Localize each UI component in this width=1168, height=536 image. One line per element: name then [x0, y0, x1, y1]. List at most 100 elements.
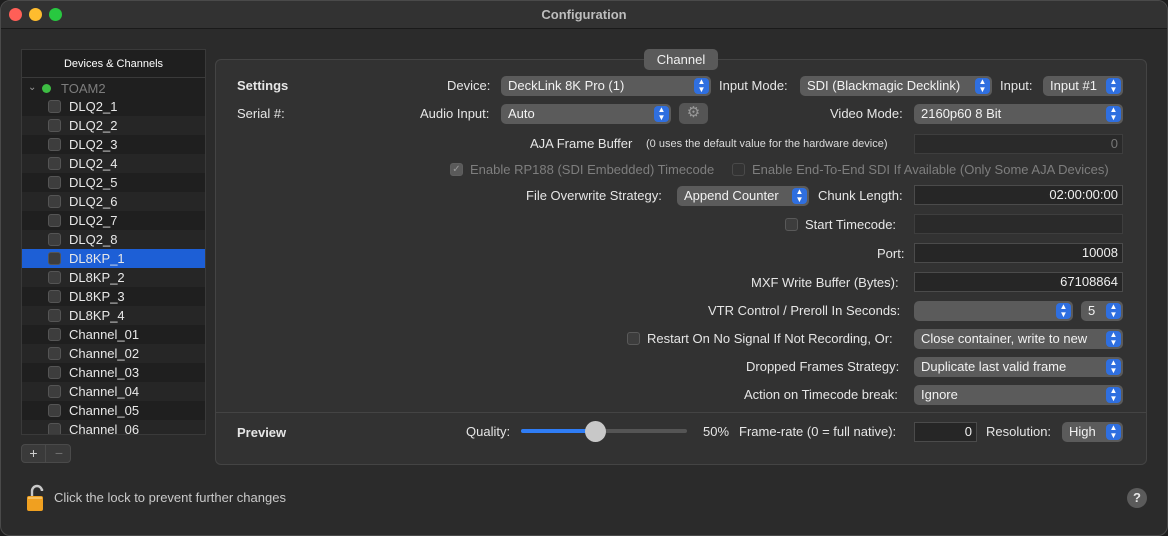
- tree-root-label: TOAM2: [61, 81, 106, 96]
- channel-checkbox[interactable]: [48, 328, 61, 341]
- channel-checkbox[interactable]: [48, 404, 61, 417]
- sidebar-item-dl8kp_3[interactable]: DL8KP_3: [22, 287, 205, 306]
- sidebar-item-label: DLQ2_5: [69, 175, 118, 190]
- resolution-label: Resolution:: [986, 424, 1052, 439]
- sidebar-item-dlq2_4[interactable]: DLQ2_4: [22, 154, 205, 173]
- unlocked-padlock-icon[interactable]: [26, 483, 48, 513]
- sidebar-item-channel_04[interactable]: Channel_04: [22, 382, 205, 401]
- video-mode-popup[interactable]: 2160p60 8 Bit ▲ ▼: [914, 104, 1123, 124]
- sidebar-item-label: DLQ2_1: [69, 99, 118, 114]
- channel-checkbox[interactable]: [48, 157, 61, 170]
- sidebar-item-label: Channel_06: [69, 422, 140, 435]
- audio-settings-gear-icon[interactable]: ⚙: [679, 103, 708, 124]
- overwrite-strategy-label: File Overwrite Strategy:: [526, 188, 662, 203]
- resolution-popup[interactable]: High ▲ ▼: [1062, 422, 1123, 442]
- channel-checkbox[interactable]: [48, 385, 61, 398]
- aja-frame-buffer-hint: (0 uses the default value for the hardwa…: [646, 138, 888, 150]
- frame-rate-label: Frame-rate (0 = full native):: [739, 424, 897, 439]
- channel-checkbox[interactable]: [48, 347, 61, 360]
- popup-arrows-icon: ▲ ▼: [1106, 78, 1121, 94]
- sidebar-item-dlq2_2[interactable]: DLQ2_2: [22, 116, 205, 135]
- sidebar-item-label: Channel_01: [69, 327, 140, 342]
- sidebar-item-dlq2_3[interactable]: DLQ2_3: [22, 135, 205, 154]
- popup-arrows-icon: ▲ ▼: [792, 188, 807, 204]
- sidebar-item-label: DL8KP_3: [69, 289, 125, 304]
- devices-channels-sidebar: Devices & Channels ⌄ TOAM2 DLQ2_1 DLQ2_2 D…: [21, 49, 206, 435]
- input-popup[interactable]: Input #1 ▲ ▼: [1043, 76, 1123, 96]
- device-popup[interactable]: DeckLink 8K Pro (1) ▲ ▼: [501, 76, 711, 96]
- sidebar-item-dlq2_6[interactable]: DLQ2_6: [22, 192, 205, 211]
- overwrite-strategy-value: Append Counter: [684, 188, 779, 203]
- preroll-seconds-popup[interactable]: 5 ▲ ▼: [1081, 301, 1123, 321]
- help-button[interactable]: ?: [1127, 488, 1147, 508]
- sidebar-item-channel_05[interactable]: Channel_05: [22, 401, 205, 420]
- channel-checkbox[interactable]: [48, 176, 61, 189]
- channel-checkbox[interactable]: [48, 252, 61, 265]
- start-timecode-checkbox[interactable]: [785, 218, 798, 231]
- rp188-label: Enable RP188 (SDI Embedded) Timecode: [470, 162, 715, 177]
- vtr-control-popup[interactable]: ▲ ▼: [914, 301, 1073, 321]
- channel-list: DLQ2_1 DLQ2_2 DLQ2_3 DLQ2_4 DLQ2_5 DLQ2_6 DLQ2…: [22, 97, 205, 435]
- channel-checkbox[interactable]: [48, 195, 61, 208]
- restart-on-no-signal-checkbox[interactable]: [627, 332, 640, 345]
- sidebar-item-dl8kp_2[interactable]: DL8KP_2: [22, 268, 205, 287]
- vtr-control-label: VTR Control / Preroll In Seconds:: [708, 303, 901, 318]
- channel-checkbox[interactable]: [48, 290, 61, 303]
- start-timecode-field[interactable]: [914, 214, 1123, 234]
- sidebar-item-channel_03[interactable]: Channel_03: [22, 363, 205, 382]
- serial-label: Serial #:: [237, 106, 285, 121]
- chevron-down-icon[interactable]: ⌄: [28, 82, 36, 93]
- channel-checkbox[interactable]: [48, 138, 61, 151]
- channel-checkbox[interactable]: [48, 233, 61, 246]
- channel-checkbox[interactable]: [48, 423, 61, 434]
- audio-input-value: Auto: [508, 106, 535, 121]
- rp188-checkbox[interactable]: ✓: [450, 163, 463, 176]
- device-value: DeckLink 8K Pro (1): [508, 78, 625, 93]
- quality-slider-knob[interactable]: [585, 421, 606, 442]
- channel-checkbox[interactable]: [48, 119, 61, 132]
- chunk-length-field[interactable]: 02:00:00:00: [914, 185, 1123, 205]
- popup-arrows-icon: ▲ ▼: [1106, 331, 1121, 347]
- tree-root-toam2[interactable]: ⌄ TOAM2: [22, 80, 205, 97]
- popup-arrows-icon: ▲ ▼: [654, 106, 669, 122]
- port-field[interactable]: 10008: [914, 243, 1123, 263]
- sidebar-item-dl8kp_1[interactable]: DL8KP_1: [22, 249, 205, 268]
- sidebar-item-channel_01[interactable]: Channel_01: [22, 325, 205, 344]
- restart-action-popup[interactable]: Close container, write to new ▲ ▼: [914, 329, 1123, 349]
- add-channel-button[interactable]: +: [22, 445, 46, 462]
- sidebar-item-label: Channel_04: [69, 384, 140, 399]
- overwrite-strategy-popup[interactable]: Append Counter ▲ ▼: [677, 186, 809, 206]
- sidebar-item-dl8kp_4[interactable]: DL8KP_4: [22, 306, 205, 325]
- frame-rate-field[interactable]: 0: [914, 422, 977, 442]
- channel-checkbox[interactable]: [48, 309, 61, 322]
- sidebar-item-dlq2_5[interactable]: DLQ2_5: [22, 173, 205, 192]
- quality-percent: 50%: [703, 424, 730, 439]
- preroll-seconds-value: 5: [1088, 303, 1096, 318]
- aja-frame-buffer-field[interactable]: 0: [914, 134, 1123, 154]
- sidebar-item-label: DL8KP_2: [69, 270, 125, 285]
- tab-channel[interactable]: Channel: [644, 49, 718, 70]
- popup-arrows-icon: ▲ ▼: [1106, 424, 1121, 440]
- sidebar-item-dlq2_1[interactable]: DLQ2_1: [22, 97, 205, 116]
- dropped-frames-popup[interactable]: Duplicate last valid frame ▲ ▼: [914, 357, 1123, 377]
- channel-checkbox[interactable]: [48, 214, 61, 227]
- sidebar-item-channel_02[interactable]: Channel_02: [22, 344, 205, 363]
- status-dot-icon: [42, 84, 51, 93]
- timecode-break-popup[interactable]: Ignore ▲ ▼: [914, 385, 1123, 405]
- sidebar-item-dlq2_8[interactable]: DLQ2_8: [22, 230, 205, 249]
- sidebar-item-dlq2_7[interactable]: DLQ2_7: [22, 211, 205, 230]
- remove-channel-button[interactable]: −: [47, 445, 71, 462]
- restart-on-no-signal-label: Restart On No Signal If Not Recording, O…: [647, 331, 893, 346]
- input-mode-label: Input Mode:: [719, 78, 788, 93]
- channel-checkbox[interactable]: [48, 271, 61, 284]
- channel-checkbox[interactable]: [48, 100, 61, 113]
- mxf-write-buffer-field[interactable]: 67108864: [914, 272, 1123, 292]
- channel-checkbox[interactable]: [48, 366, 61, 379]
- sidebar-item-channel_06[interactable]: Channel_06: [22, 420, 205, 435]
- preview-section-label: Preview: [237, 425, 287, 440]
- end-to-end-sdi-checkbox[interactable]: [732, 163, 745, 176]
- audio-input-popup[interactable]: Auto ▲ ▼: [501, 104, 671, 124]
- input-mode-popup[interactable]: SDI (Blackmagic Decklink) ▲ ▼: [800, 76, 992, 96]
- sidebar-item-label: DLQ2_8: [69, 232, 118, 247]
- sidebar-item-label: DLQ2_4: [69, 156, 118, 171]
